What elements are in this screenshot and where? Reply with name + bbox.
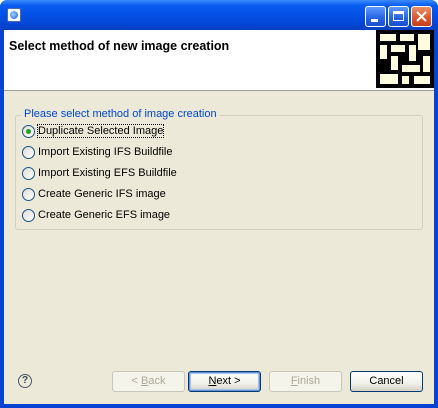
back-prefix: < (131, 375, 141, 387)
radio-button[interactable] (22, 166, 35, 180)
help-icon[interactable]: ? (18, 374, 32, 388)
radio-label: Create Generic EFS image (38, 209, 171, 221)
radio-import-ifs-buildfile[interactable]: Import Existing IFS Buildfile (22, 144, 173, 160)
page-title: Select method of new image creation (9, 39, 230, 53)
next-button[interactable]: Next > (188, 371, 261, 392)
app-icon (7, 8, 21, 22)
group-legend: Please select method of image creation (21, 108, 220, 120)
next-label: ext > (216, 375, 241, 387)
back-label: ack (148, 375, 166, 387)
wizard-banner-image (376, 30, 434, 88)
maximize-button[interactable] (388, 6, 409, 27)
close-button[interactable] (411, 6, 432, 27)
radio-label: Duplicate Selected Image (36, 124, 165, 138)
finish-label: inish (297, 375, 321, 387)
title-bar[interactable] (0, 0, 438, 30)
radio-button[interactable] (22, 145, 35, 159)
dialog-client-area: Select method of new image creation Plea… (4, 30, 434, 404)
wizard-header: Select method of new image creation (4, 30, 434, 91)
finish-button[interactable]: Finish (269, 371, 342, 392)
radio-create-generic-ifs[interactable]: Create Generic IFS image (22, 186, 166, 202)
radio-button-checked[interactable] (22, 124, 35, 138)
radio-create-generic-efs[interactable]: Create Generic EFS image (22, 207, 170, 223)
close-icon (416, 11, 427, 22)
minimize-button[interactable] (365, 6, 386, 27)
radio-label: Import Existing EFS Buildfile (38, 167, 177, 179)
back-button[interactable]: < Back (112, 371, 185, 392)
radio-label: Create Generic IFS image (38, 188, 166, 200)
finish-mnemonic: F (290, 375, 298, 387)
radio-button[interactable] (22, 208, 35, 222)
cancel-button[interactable]: Cancel (350, 371, 423, 392)
dialog-window: Select method of new image creation Plea… (0, 0, 438, 408)
method-group: Please select method of image creation D… (15, 108, 423, 230)
radio-button[interactable] (22, 187, 35, 201)
radio-duplicate-selected-image[interactable]: Duplicate Selected Image (22, 123, 165, 139)
radio-import-efs-buildfile[interactable]: Import Existing EFS Buildfile (22, 165, 177, 181)
radio-label: Import Existing IFS Buildfile (38, 146, 173, 158)
